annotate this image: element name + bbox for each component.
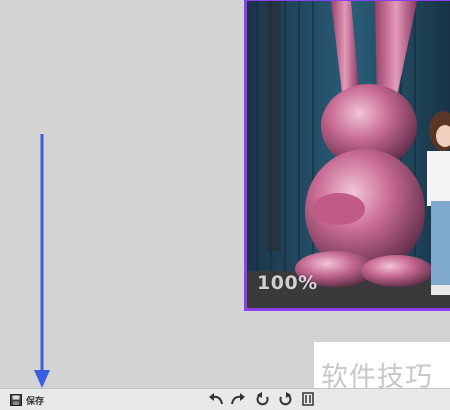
save-label: 保存 xyxy=(26,396,45,407)
rotate-left-icon xyxy=(256,391,270,410)
rotate-right-icon xyxy=(278,391,292,410)
redo-button[interactable] xyxy=(230,392,246,408)
rotate-right-button[interactable] xyxy=(278,391,292,410)
redo-icon xyxy=(230,391,246,410)
annotation-arrow xyxy=(34,134,50,388)
bottom-toolbar: 保存 xyxy=(0,388,450,410)
rotate-left-button[interactable] xyxy=(256,391,270,410)
zoom-level-label: 100% xyxy=(257,272,318,294)
photo-image xyxy=(247,1,450,308)
undo-icon xyxy=(208,391,224,410)
crop-button[interactable] xyxy=(302,391,314,410)
photo-preview[interactable]: 100% xyxy=(244,0,450,311)
undo-button[interactable] xyxy=(208,392,224,408)
save-icon xyxy=(10,391,22,410)
crop-icon xyxy=(302,391,314,410)
save-button[interactable]: 保存 xyxy=(10,392,44,408)
